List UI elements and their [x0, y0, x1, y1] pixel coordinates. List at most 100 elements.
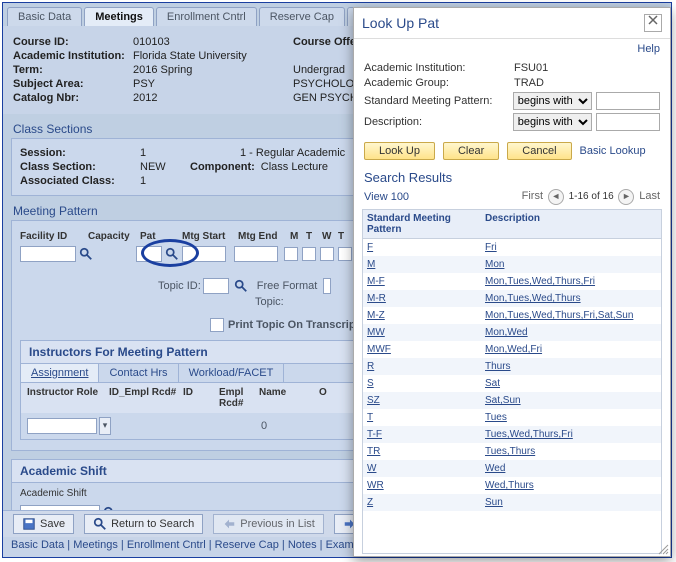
results-row[interactable]: WWed [363, 460, 661, 477]
catalog-label: Catalog Nbr: [13, 92, 133, 104]
chk-m[interactable] [284, 247, 298, 261]
results-row[interactable]: M-RMon,Tues,Wed,Thurs [363, 290, 661, 307]
pat-lookup-icon[interactable] [165, 247, 179, 261]
results-cell-description[interactable]: Sat,Sun [481, 392, 661, 409]
results-cell-description[interactable]: Tues,Thurs [481, 443, 661, 460]
footer-enrollment[interactable]: Enrollment Cntrl [127, 539, 206, 551]
next-page-icon[interactable]: ► [618, 189, 634, 205]
prev-page-icon[interactable]: ◄ [548, 189, 564, 205]
tab-reserve-cap[interactable]: Reserve Cap [259, 7, 345, 26]
results-cell-pattern[interactable]: MWF [363, 341, 481, 358]
clear-button[interactable]: Clear [443, 142, 499, 160]
results-row[interactable]: WRWed,Thurs [363, 477, 661, 494]
results-row[interactable]: ZSun [363, 494, 661, 511]
results-row[interactable]: M-FMon,Tues,Wed,Thurs,Fri [363, 273, 661, 290]
modal-close-button[interactable] [644, 14, 662, 32]
modal-desc-op[interactable]: begins with [513, 113, 592, 131]
results-cell-description[interactable]: Mon,Tues,Wed,Thurs,Fri [481, 273, 661, 290]
modal-help-link[interactable]: Help [354, 39, 670, 59]
free-format-input[interactable] [323, 278, 331, 294]
results-cell-pattern[interactable]: S [363, 375, 481, 392]
results-cell-pattern[interactable]: WR [363, 477, 481, 494]
instr-tab-workload[interactable]: Workload/FACET [179, 364, 285, 382]
results-row[interactable]: M-ZMon,Tues,Wed,Thurs,Fri,Sat,Sun [363, 307, 661, 324]
chk-w[interactable] [320, 247, 334, 261]
results-row[interactable]: SZSat,Sun [363, 392, 661, 409]
results-row[interactable]: RThurs [363, 358, 661, 375]
basic-lookup-link[interactable]: Basic Lookup [580, 145, 646, 157]
results-cell-description[interactable]: Mon,Wed [481, 324, 661, 341]
results-row[interactable]: TRTues,Thurs [363, 443, 661, 460]
results-cell-pattern[interactable]: Z [363, 494, 481, 511]
results-cell-pattern[interactable]: W [363, 460, 481, 477]
modal-desc-input[interactable] [596, 113, 660, 131]
instr-tab-contact-hrs[interactable]: Contact Hrs [99, 364, 178, 382]
resize-handle-icon[interactable] [657, 543, 669, 555]
tab-enrollment-cntrl[interactable]: Enrollment Cntrl [156, 7, 257, 26]
tab-meetings[interactable]: Meetings [84, 7, 154, 26]
mtg-start-input[interactable] [182, 246, 226, 262]
results-cell-description[interactable]: Thurs [481, 358, 661, 375]
mtg-end-input[interactable] [234, 246, 278, 262]
instr-role-dropdown-icon[interactable]: ▾ [99, 417, 111, 435]
facility-input[interactable] [20, 246, 76, 262]
results-row[interactable]: TTues [363, 409, 661, 426]
last-label[interactable]: Last [639, 190, 660, 202]
results-cell-pattern[interactable]: M [363, 256, 481, 273]
footer-exam[interactable]: Exam [326, 539, 354, 551]
results-cell-pattern[interactable]: MW [363, 324, 481, 341]
results-row[interactable]: T-FTues,Wed,Thurs,Fri [363, 426, 661, 443]
results-cell-description[interactable]: Sat [481, 375, 661, 392]
chk-print-topic[interactable] [210, 318, 224, 332]
results-head-c1[interactable]: Standard Meeting Pattern [363, 210, 481, 238]
results-cell-description[interactable]: Sun [481, 494, 661, 511]
results-cell-pattern[interactable]: F [363, 239, 481, 256]
topic-id-input[interactable] [203, 278, 229, 294]
results-cell-pattern[interactable]: R [363, 358, 481, 375]
save-button[interactable]: Save [13, 514, 74, 534]
footer-meetings[interactable]: Meetings [73, 539, 118, 551]
results-cell-pattern[interactable]: T [363, 409, 481, 426]
results-cell-description[interactable]: Wed,Thurs [481, 477, 661, 494]
tab-basic-data[interactable]: Basic Data [7, 7, 82, 26]
modal-std-input[interactable] [596, 92, 660, 110]
results-cell-pattern[interactable]: T-F [363, 426, 481, 443]
results-head-c2[interactable]: Description [481, 210, 661, 238]
results-cell-pattern[interactable]: M-Z [363, 307, 481, 324]
facility-lookup-icon[interactable] [79, 247, 93, 261]
results-cell-pattern[interactable]: TR [363, 443, 481, 460]
results-row[interactable]: SSat [363, 375, 661, 392]
results-cell-description[interactable]: Tues,Wed,Thurs,Fri [481, 426, 661, 443]
results-row[interactable]: MWFMon,Wed,Fri [363, 341, 661, 358]
instr-tab-assignment[interactable]: Assignment [21, 364, 99, 382]
pat-input[interactable] [136, 246, 162, 262]
footer-basic-data[interactable]: Basic Data [11, 539, 64, 551]
results-cell-description[interactable]: Mon,Wed,Fri [481, 341, 661, 358]
chk-th[interactable] [338, 247, 352, 261]
results-cell-description[interactable]: Wed [481, 460, 661, 477]
instr-role-input[interactable] [27, 418, 97, 434]
modal-std-op[interactable]: begins with [513, 92, 592, 110]
return-button[interactable]: Return to Search [84, 514, 203, 534]
prev-button[interactable]: Previous in List [213, 514, 324, 534]
results-cell-description[interactable]: Fri [481, 239, 661, 256]
results-cell-description[interactable]: Tues [481, 409, 661, 426]
results-cell-pattern[interactable]: SZ [363, 392, 481, 409]
footer-notes[interactable]: Notes [288, 539, 317, 551]
footer-reserve-cap[interactable]: Reserve Cap [215, 539, 279, 551]
lookup-button[interactable]: Look Up [364, 142, 435, 160]
view-100-link[interactable]: View 100 [364, 191, 409, 203]
results-row[interactable]: FFri [363, 239, 661, 256]
results-row[interactable]: MMon [363, 256, 661, 273]
results-cell-pattern[interactable]: M-R [363, 290, 481, 307]
results-cell-pattern[interactable]: M-F [363, 273, 481, 290]
results-row[interactable]: MWMon,Wed [363, 324, 661, 341]
chk-t[interactable] [302, 247, 316, 261]
results-cell-description[interactable]: Mon,Tues,Wed,Thurs [481, 290, 661, 307]
results-cell-description[interactable]: Mon [481, 256, 661, 273]
first-label[interactable]: First [522, 190, 543, 202]
cancel-button[interactable]: Cancel [507, 142, 571, 160]
topic-lookup-icon[interactable] [234, 279, 248, 293]
results-cell-description[interactable]: Mon,Tues,Wed,Thurs,Fri,Sat,Sun [481, 307, 661, 324]
free-format-label: Free Format [257, 280, 318, 292]
